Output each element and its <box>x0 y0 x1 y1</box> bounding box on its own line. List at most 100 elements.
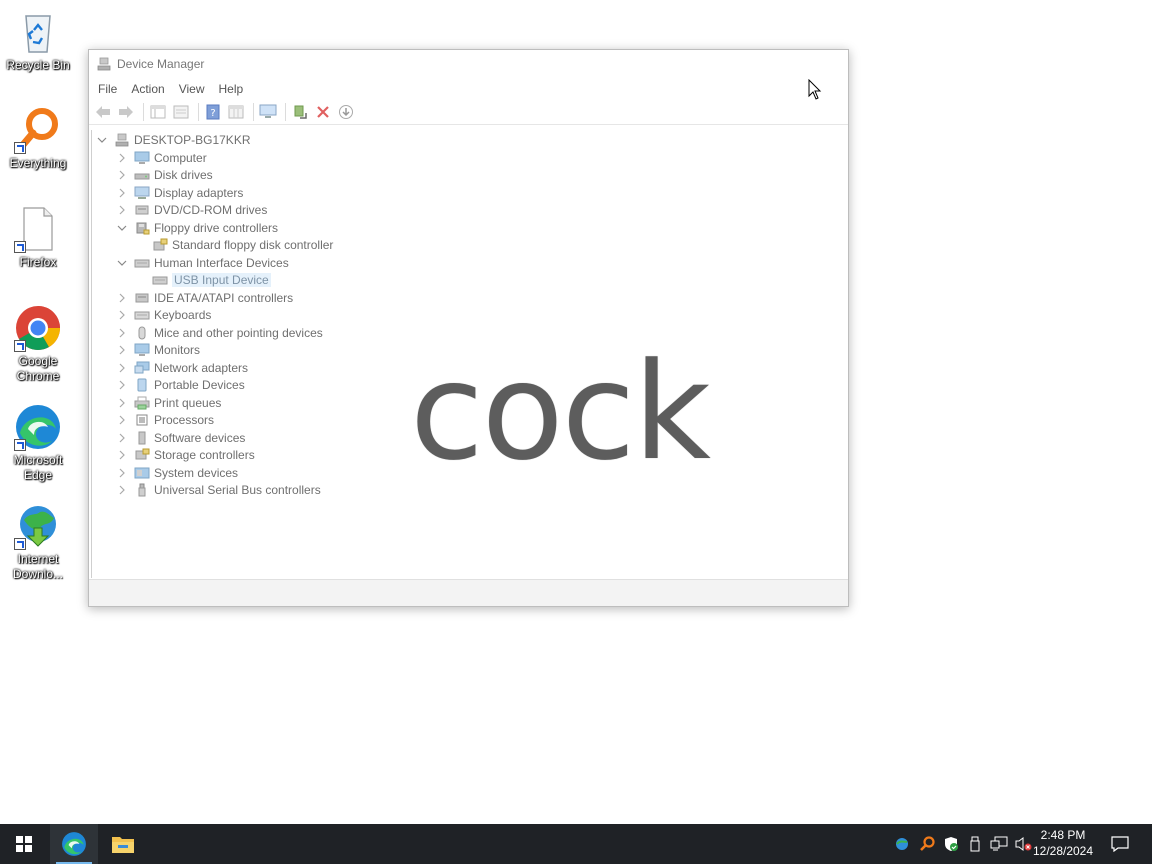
chevron-right-icon[interactable] <box>116 327 128 339</box>
forward-arrow-icon[interactable] <box>116 102 136 122</box>
tree-node-label: Storage controllers <box>154 447 255 462</box>
title-bar[interactable]: Device Manager <box>89 50 848 78</box>
tree-node-label: Floppy drive controllers <box>154 220 279 235</box>
toolbar-separator <box>285 103 286 121</box>
tree-node-human-interface-devices[interactable]: Human Interface Devices <box>116 254 289 271</box>
menu-action[interactable]: Action <box>124 82 171 96</box>
chevron-right-icon[interactable] <box>116 397 128 409</box>
tree-node-disk-drives[interactable]: Disk drives <box>116 166 213 183</box>
desktop-icon-label: Everything <box>9 156 67 170</box>
tree-root[interactable]: DESKTOP-BG17KKR <box>96 131 250 148</box>
tree-node-ide-controllers[interactable]: IDE ATA/ATAPI controllers <box>116 289 293 306</box>
menu-help[interactable]: Help <box>212 82 251 96</box>
details-view-icon[interactable] <box>226 102 246 122</box>
tree-node-label: Display adapters <box>154 185 244 200</box>
blank-file-icon <box>14 205 62 253</box>
properties-panel-icon[interactable] <box>148 102 168 122</box>
tree-node-label: DVD/CD-ROM drives <box>154 202 268 217</box>
chevron-right-icon[interactable] <box>116 379 128 391</box>
search-tray-icon[interactable] <box>917 824 937 864</box>
chevron-right-icon[interactable] <box>116 187 128 199</box>
desktop-icon-firefox[interactable]: Firefox <box>2 205 74 270</box>
tree-node-floppy-controllers[interactable]: Floppy drive controllers <box>116 219 278 236</box>
network-icon <box>134 361 150 375</box>
tree-node-portable-devices[interactable]: Portable Devices <box>116 376 245 393</box>
tree-node-keyboards[interactable]: Keyboards <box>116 306 211 323</box>
tree-node-processors[interactable]: Processors <box>116 411 214 428</box>
tree-child-floppy-controller[interactable]: Standard floppy disk controller <box>134 236 333 253</box>
back-arrow-icon[interactable] <box>93 102 113 122</box>
taskbar-clock[interactable]: 2:48 PM 12/28/2024 <box>1028 827 1098 859</box>
globe-download-icon <box>14 502 62 550</box>
chevron-right-icon[interactable] <box>116 309 128 321</box>
chevron-right-icon[interactable] <box>116 414 128 426</box>
tree-node-software-devices[interactable]: Software devices <box>116 429 245 446</box>
tree-node-system-devices[interactable]: System devices <box>116 464 238 481</box>
windows-start-icon <box>16 836 32 852</box>
uninstall-x-icon[interactable] <box>313 102 333 122</box>
desktop-icon-recycle-bin[interactable]: Recycle Bin <box>2 8 74 73</box>
menu-file[interactable]: File <box>91 82 124 96</box>
desktop-icon-internet-download-manager[interactable]: Internet Downlo... <box>2 502 74 582</box>
tree-node-print-queues[interactable]: Print queues <box>116 394 221 411</box>
chevron-right-icon[interactable] <box>116 432 128 444</box>
tree-node-dvd-drives[interactable]: DVD/CD-ROM drives <box>116 201 267 218</box>
chevron-right-icon[interactable] <box>116 362 128 374</box>
list-view-icon[interactable] <box>171 102 191 122</box>
menu-view[interactable]: View <box>172 82 212 96</box>
shortcut-arrow-icon <box>14 538 26 550</box>
chevron-down-icon[interactable] <box>96 134 108 146</box>
tree-node-storage-controllers[interactable]: Storage controllers <box>116 446 255 463</box>
start-button[interactable] <box>0 824 48 864</box>
action-center-icon[interactable] <box>1106 824 1134 864</box>
tree-child-usb-input-device[interactable]: USB Input Device <box>134 271 271 288</box>
device-manager-window[interactable]: Device Manager File Action View Help ? D… <box>88 49 849 607</box>
tree-node-label: Standard floppy disk controller <box>172 237 334 252</box>
chevron-right-icon[interactable] <box>116 484 128 496</box>
chevron-right-icon[interactable] <box>116 152 128 164</box>
security-shield-icon[interactable] <box>941 824 961 864</box>
desktop-icon-label: Microsoft Edge <box>13 453 63 482</box>
tree-node-mice[interactable]: Mice and other pointing devices <box>116 324 323 341</box>
monitor-icon <box>134 343 150 357</box>
chevron-down-icon[interactable] <box>116 222 128 234</box>
desktop-icon-google-chrome[interactable]: Google Chrome <box>2 304 74 384</box>
chevron-right-icon[interactable] <box>116 344 128 356</box>
tree-node-label: Disk drives <box>154 167 213 182</box>
chevron-right-icon[interactable] <box>116 467 128 479</box>
tree-node-label: Network adapters <box>154 360 249 375</box>
ide-icon <box>134 291 150 305</box>
download-icon[interactable] <box>336 102 356 122</box>
chevron-right-icon[interactable] <box>116 292 128 304</box>
tree-node-label: Print queues <box>154 395 222 410</box>
tree-node-computer[interactable]: Computer <box>116 149 207 166</box>
usb-tray-icon[interactable] <box>965 824 985 864</box>
desktop-icon-everything[interactable]: Everything <box>2 106 74 171</box>
update-driver-icon[interactable] <box>290 102 310 122</box>
chevron-right-icon[interactable] <box>116 204 128 216</box>
desktop-icon-microsoft-edge[interactable]: Microsoft Edge <box>2 403 74 483</box>
network-icon[interactable] <box>988 824 1010 864</box>
tray-app-icon[interactable] <box>892 824 912 864</box>
clock-date: 12/28/2024 <box>1032 844 1094 858</box>
tree-node-label: Processors <box>154 412 215 427</box>
help-icon[interactable]: ? <box>203 102 223 122</box>
menu-bar: File Action View Help <box>89 78 848 100</box>
chevron-down-icon[interactable] <box>116 257 128 269</box>
overlay-text: cock <box>410 334 711 490</box>
tree-node-network-adapters[interactable]: Network adapters <box>116 359 248 376</box>
edge-icon <box>62 832 86 856</box>
tree-node-usb-controllers[interactable]: Universal Serial Bus controllers <box>116 481 321 498</box>
tree-node-monitors[interactable]: Monitors <box>116 341 200 358</box>
tree-node-display-adapters[interactable]: Display adapters <box>116 184 243 201</box>
scan-hardware-monitor-icon[interactable] <box>258 102 278 122</box>
chevron-right-icon[interactable] <box>116 449 128 461</box>
processor-icon <box>134 413 150 427</box>
taskbar-edge[interactable] <box>50 824 98 864</box>
tree-node-label: Computer <box>154 150 207 165</box>
clock-time: 2:48 PM <box>1040 828 1086 842</box>
shortcut-arrow-icon <box>14 340 26 352</box>
chevron-right-icon[interactable] <box>116 169 128 181</box>
taskbar-file-explorer[interactable] <box>99 824 147 864</box>
